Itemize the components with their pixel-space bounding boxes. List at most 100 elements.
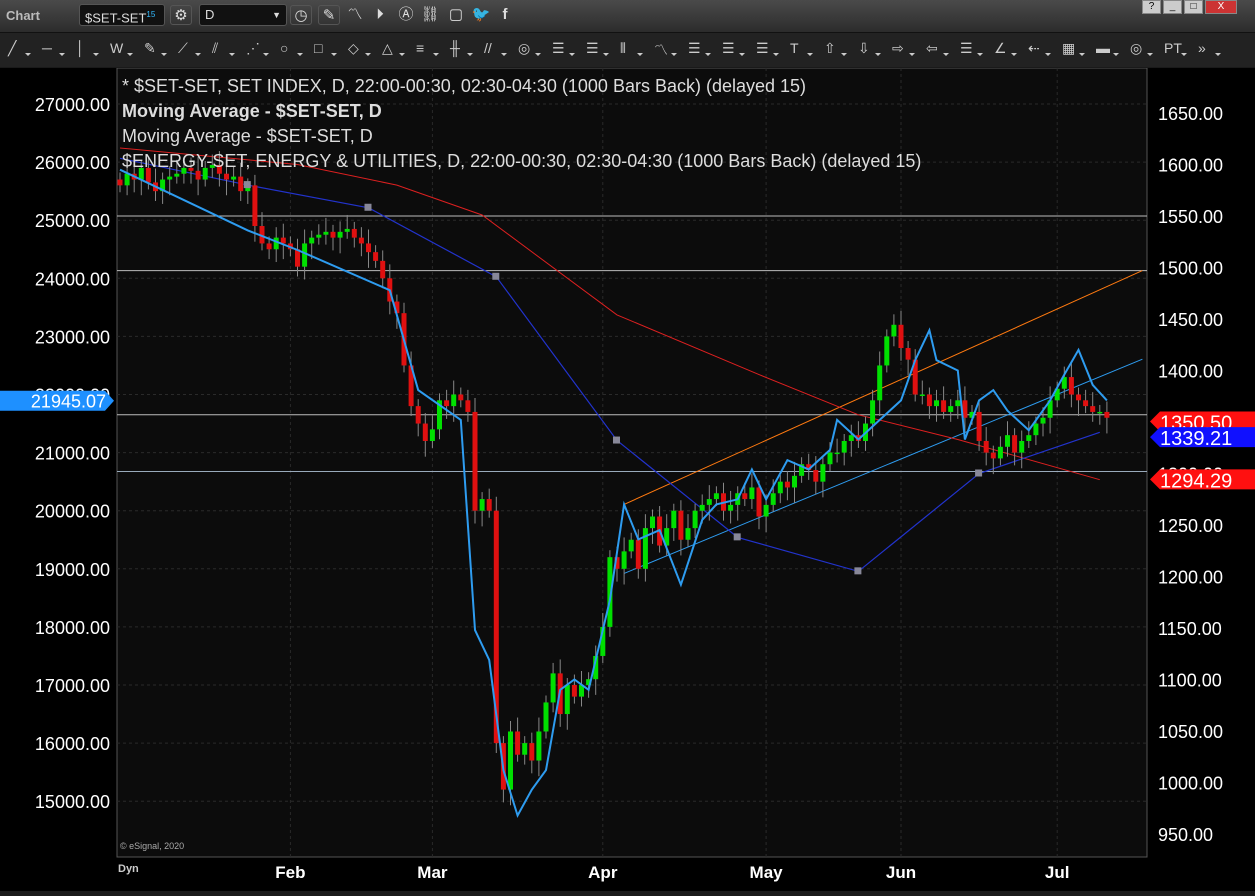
left-axis-tick: 27000.00 [35, 95, 110, 115]
drawing-tool[interactable]: ☰ [552, 40, 582, 57]
drawing-tool[interactable]: ○ [280, 40, 310, 56]
drawing-tool[interactable]: ☰ [586, 40, 616, 57]
candle [238, 176, 244, 192]
candle [429, 429, 435, 441]
candle [934, 400, 939, 407]
drawing-tool[interactable]: ╱ [8, 40, 38, 57]
ma-marker [733, 533, 741, 541]
left-axis-tick: 19000.00 [35, 560, 110, 580]
interval-select[interactable]: D ▼ [199, 4, 287, 26]
candle [919, 394, 925, 396]
x-axis-month: Feb [275, 863, 305, 882]
maximize-button[interactable]: □ [1184, 0, 1203, 14]
drawing-tool[interactable]: ∠ [994, 40, 1024, 57]
drawing-tool[interactable]: ☰ [960, 40, 990, 57]
drawing-tool[interactable]: △ [382, 40, 412, 57]
candle [117, 179, 123, 186]
candle [415, 406, 421, 424]
left-axis-tick: 17000.00 [35, 676, 110, 696]
x-axis-month: Apr [588, 863, 618, 882]
candle [1104, 411, 1110, 418]
left-axis-tick: 23000.00 [35, 327, 110, 347]
gear-icon[interactable]: ⚙ [170, 5, 192, 25]
chart-area[interactable]: 27000.00 26000.00 25000.00 24000.00 23000.00… [0, 67, 1255, 891]
pencil-icon[interactable]: ✎ [318, 5, 340, 25]
clock-icon[interactable]: ◷ [290, 5, 312, 25]
drawing-tool[interactable]: ▦ [1062, 40, 1092, 57]
drawing-tool[interactable]: » [1198, 40, 1228, 56]
minimize-button[interactable]: _ [1163, 0, 1182, 14]
drawing-tool[interactable]: ⟋ [178, 40, 208, 57]
candle [742, 493, 748, 500]
drawing-tool[interactable]: ─ [42, 40, 72, 56]
candle [351, 228, 357, 238]
candle [770, 493, 776, 505]
drawing-tool[interactable]: ⇦ [926, 40, 956, 57]
drawing-tool[interactable]: ◎ [1130, 40, 1160, 57]
price-label: 1339.21 [1160, 428, 1232, 450]
candle [955, 400, 961, 407]
candle [508, 731, 513, 790]
ma-marker [613, 436, 620, 444]
chat-icon[interactable]: ▢ [445, 5, 467, 25]
candle [905, 348, 911, 360]
current-price-label: 21945.07 [31, 392, 106, 412]
candle [266, 243, 272, 250]
drawing-tool[interactable]: ╫ [450, 40, 480, 56]
drawing-tool[interactable]: │ [76, 40, 106, 56]
drawing-tool[interactable]: ⇠ [1028, 40, 1058, 57]
drawing-tool[interactable]: ☰ [722, 40, 752, 57]
alert-icon[interactable]: Ⓐ [395, 5, 417, 25]
drawing-tool[interactable]: ⫽ [212, 40, 242, 57]
candle [373, 252, 379, 261]
dyn-button[interactable]: Dyn [118, 863, 139, 875]
left-axis-tick: 21000.00 [35, 444, 110, 464]
help-button[interactable]: ? [1142, 0, 1161, 14]
facebook-icon[interactable]: f [494, 5, 516, 25]
x-axis-month: Mar [417, 863, 448, 882]
drawing-tool[interactable]: ☰ [688, 40, 718, 57]
study-icon[interactable]: 〽 [344, 5, 366, 25]
candle [820, 464, 826, 482]
price-label: 1294.29 [1160, 470, 1232, 492]
right-axis-tick: 1400.00 [1158, 362, 1223, 382]
drawing-tool[interactable]: ⫴ [620, 40, 650, 57]
play-icon[interactable]: ⏵ [369, 5, 391, 25]
right-axis-tick: 1250.00 [1158, 516, 1223, 536]
drawing-tool[interactable]: 〽 [654, 40, 684, 60]
link-icon[interactable]: ⛓ [419, 5, 441, 25]
drawing-tool[interactable]: ⋰ [246, 40, 276, 57]
drawing-tool[interactable]: □ [314, 40, 344, 56]
drawing-tool[interactable]: ☰ [756, 40, 786, 57]
candle [926, 394, 932, 407]
candle [444, 400, 450, 407]
drawing-tool[interactable]: T [790, 40, 820, 56]
drawing-tool[interactable]: PT [1164, 40, 1194, 56]
left-axis-tick: 25000.00 [35, 211, 110, 231]
drawing-tool[interactable]: W [110, 40, 140, 56]
close-button[interactable]: X [1205, 0, 1237, 14]
drawing-tool[interactable]: ▬ [1096, 40, 1126, 56]
candle [990, 452, 996, 459]
chart-canvas[interactable]: 27000.00 26000.00 25000.00 24000.00 23000.00… [0, 67, 1255, 891]
drawing-tool[interactable]: ≡ [416, 40, 446, 56]
candle [124, 173, 130, 186]
candle [472, 411, 478, 511]
candle [571, 685, 577, 697]
candle [671, 510, 677, 529]
drawing-tool[interactable]: ◇ [348, 40, 378, 57]
drawing-tool[interactable]: ⇩ [858, 40, 888, 57]
drawing-tool[interactable]: ◎ [518, 40, 548, 57]
drawing-tool[interactable]: ⇨ [892, 40, 922, 57]
ma-marker [492, 272, 500, 280]
drawing-tool[interactable]: ✎ [144, 40, 174, 57]
candle [252, 185, 258, 227]
drawing-tool[interactable]: ⇧ [824, 40, 854, 57]
drawing-tool[interactable]: // [484, 40, 514, 56]
candle [1019, 440, 1025, 453]
candle [1033, 423, 1039, 436]
candle [756, 487, 762, 517]
symbol-input[interactable]: $SET-SET15 ▾ [79, 4, 165, 45]
twitter-icon[interactable]: 🐦 [470, 5, 492, 25]
x-axis-month: May [750, 863, 784, 882]
